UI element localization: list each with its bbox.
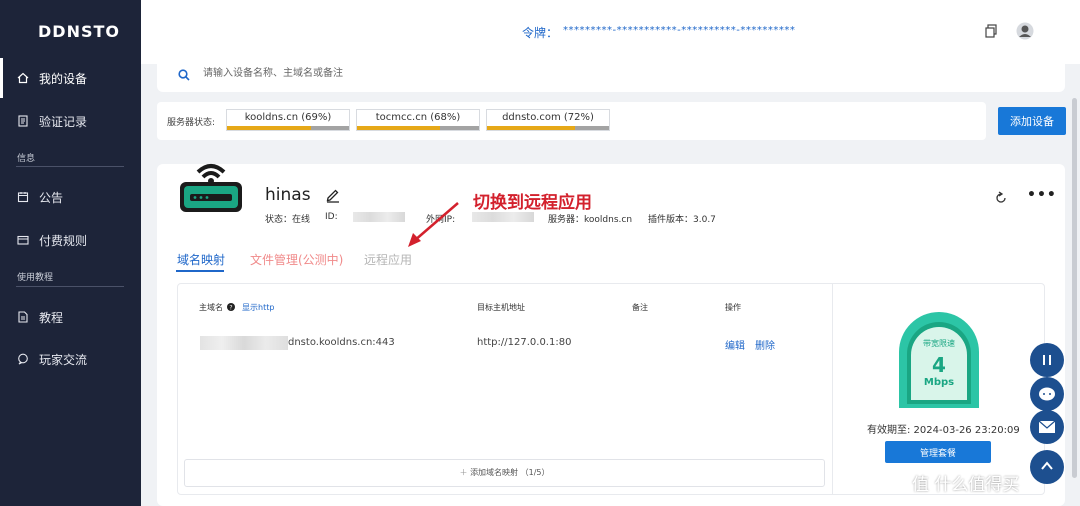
device-id-label: ID: bbox=[325, 212, 338, 222]
header-target: 目标主机地址 bbox=[477, 303, 525, 312]
server-status-label: 服务器状态: bbox=[167, 118, 216, 128]
sidebar-item-my-devices[interactable]: 我的设备 bbox=[0, 58, 141, 98]
add-mapping-label: 添加域名映射 （1/5） bbox=[470, 468, 550, 477]
avatar[interactable] bbox=[1016, 22, 1034, 40]
panel-divider bbox=[832, 284, 833, 494]
domain-cell[interactable]: dnsto.kooldns.cn:443 bbox=[288, 337, 395, 348]
nav-divider bbox=[16, 166, 124, 167]
sidebar-item-label: 我的设备 bbox=[39, 71, 88, 86]
server-pill-kooldns: kooldns.cn (69%) bbox=[226, 109, 350, 131]
router-icon bbox=[176, 158, 246, 216]
nav-section-tutorials: 使用教程 bbox=[17, 273, 54, 283]
redacted-id bbox=[353, 212, 405, 222]
active-tab-indicator bbox=[176, 270, 224, 272]
sidebar-item-verify-records[interactable]: 验证记录 bbox=[0, 101, 141, 141]
token-value[interactable]: *********-***********-**********-*******… bbox=[563, 25, 795, 36]
gauge-value: 4 bbox=[932, 353, 946, 377]
float-wechat-icon[interactable] bbox=[1030, 377, 1064, 411]
load-bar-fill bbox=[487, 126, 575, 130]
sidebar-item-announcements[interactable]: 公告 bbox=[0, 177, 141, 217]
annotation-text: 切换到远程应用 bbox=[473, 193, 592, 213]
bandwidth-gauge: 带宽限速 4 Mbps bbox=[899, 312, 979, 408]
float-mail-icon[interactable] bbox=[1030, 410, 1064, 444]
sidebar: DDNSTO 我的设备 验证记录 信息 公告 付费规则 使用教程 教程 玩家交流 bbox=[0, 0, 141, 506]
sidebar-item-billing-rules[interactable]: 付费规则 bbox=[0, 220, 141, 260]
card-icon bbox=[17, 234, 29, 246]
sidebar-item-label: 付费规则 bbox=[39, 233, 88, 248]
header-note: 备注 bbox=[632, 303, 648, 312]
annotation-arrow-icon bbox=[408, 202, 459, 247]
gauge-title: 带宽限速 bbox=[923, 338, 955, 348]
search-input[interactable] bbox=[203, 64, 803, 82]
sidebar-item-community[interactable]: 玩家交流 bbox=[0, 339, 141, 379]
tab-file-management[interactable]: 文件管理(公测中) bbox=[250, 251, 343, 268]
load-bar-fill bbox=[357, 126, 440, 130]
more-options-icon[interactable]: ••• bbox=[1027, 188, 1056, 204]
sidebar-item-label: 教程 bbox=[39, 310, 64, 325]
redacted-subdomain bbox=[200, 336, 288, 350]
device-name: hinas bbox=[265, 185, 311, 205]
sidebar-item-label: 玩家交流 bbox=[39, 352, 88, 367]
gauge-unit: Mbps bbox=[924, 377, 954, 388]
edit-link[interactable]: 编辑 bbox=[725, 337, 745, 352]
add-mapping-button[interactable]: ＋ 添加域名映射 （1/5） bbox=[184, 459, 825, 487]
token-label: 令牌： bbox=[522, 26, 559, 40]
home-icon bbox=[17, 72, 29, 84]
server-name: kooldns.cn (69%) bbox=[244, 112, 332, 123]
chat-icon bbox=[17, 353, 29, 365]
tab-remote-apps[interactable]: 远程应用 bbox=[364, 251, 412, 268]
scrollbar[interactable] bbox=[1072, 98, 1077, 478]
server-name: ddnsto.com (72%) bbox=[502, 112, 594, 123]
calendar-icon bbox=[17, 191, 29, 203]
float-pause-icon[interactable] bbox=[1030, 343, 1064, 377]
file-icon bbox=[17, 311, 29, 323]
copy-icon[interactable] bbox=[982, 22, 1000, 40]
show-http-link[interactable]: 显示http bbox=[242, 302, 274, 313]
device-status: 状态：在线 bbox=[265, 215, 311, 225]
watermark-text: 值 什么值得买 bbox=[912, 475, 1020, 495]
brand-logo[interactable]: DDNSTO bbox=[38, 22, 120, 41]
header-domain: 主域名 bbox=[199, 303, 223, 312]
nav-divider bbox=[16, 286, 124, 287]
device-server: 服务器：kooldns.cn bbox=[548, 215, 633, 225]
server-name: tocmcc.cn (68%) bbox=[375, 112, 461, 123]
float-top-icon[interactable] bbox=[1030, 450, 1064, 484]
nav-section-info: 信息 bbox=[17, 154, 36, 164]
edit-icon[interactable] bbox=[325, 187, 341, 203]
help-icon[interactable]: ? bbox=[227, 303, 235, 311]
sidebar-item-label: 公告 bbox=[39, 190, 64, 205]
target-cell: http://127.0.0.1:80 bbox=[477, 337, 572, 348]
plus-icon: ＋ bbox=[459, 468, 471, 477]
delete-link[interactable]: 删除 bbox=[755, 337, 775, 352]
sidebar-item-label: 验证记录 bbox=[39, 114, 88, 129]
header-action: 操作 bbox=[725, 303, 741, 312]
server-pill-ddnsto: ddnsto.com (72%) bbox=[486, 109, 610, 131]
plugin-version: 插件版本：3.0.7 bbox=[648, 215, 716, 225]
manage-plan-button[interactable]: 管理套餐 bbox=[885, 441, 991, 463]
add-device-button[interactable]: 添加设备 bbox=[998, 107, 1066, 135]
svg-text:?: ? bbox=[229, 305, 232, 312]
server-pill-tocmcc: tocmcc.cn (68%) bbox=[356, 109, 480, 131]
search-icon bbox=[178, 66, 190, 81]
sidebar-item-tutorial[interactable]: 教程 bbox=[0, 297, 141, 337]
document-icon bbox=[17, 115, 29, 127]
refresh-icon[interactable] bbox=[994, 190, 1008, 204]
expiry-date: 有效期至: 2024-03-26 23:20:09 bbox=[867, 425, 1020, 436]
tab-domain-mapping[interactable]: 域名映射 bbox=[177, 251, 225, 268]
load-bar-fill bbox=[227, 126, 312, 130]
redacted-ip bbox=[472, 212, 534, 222]
